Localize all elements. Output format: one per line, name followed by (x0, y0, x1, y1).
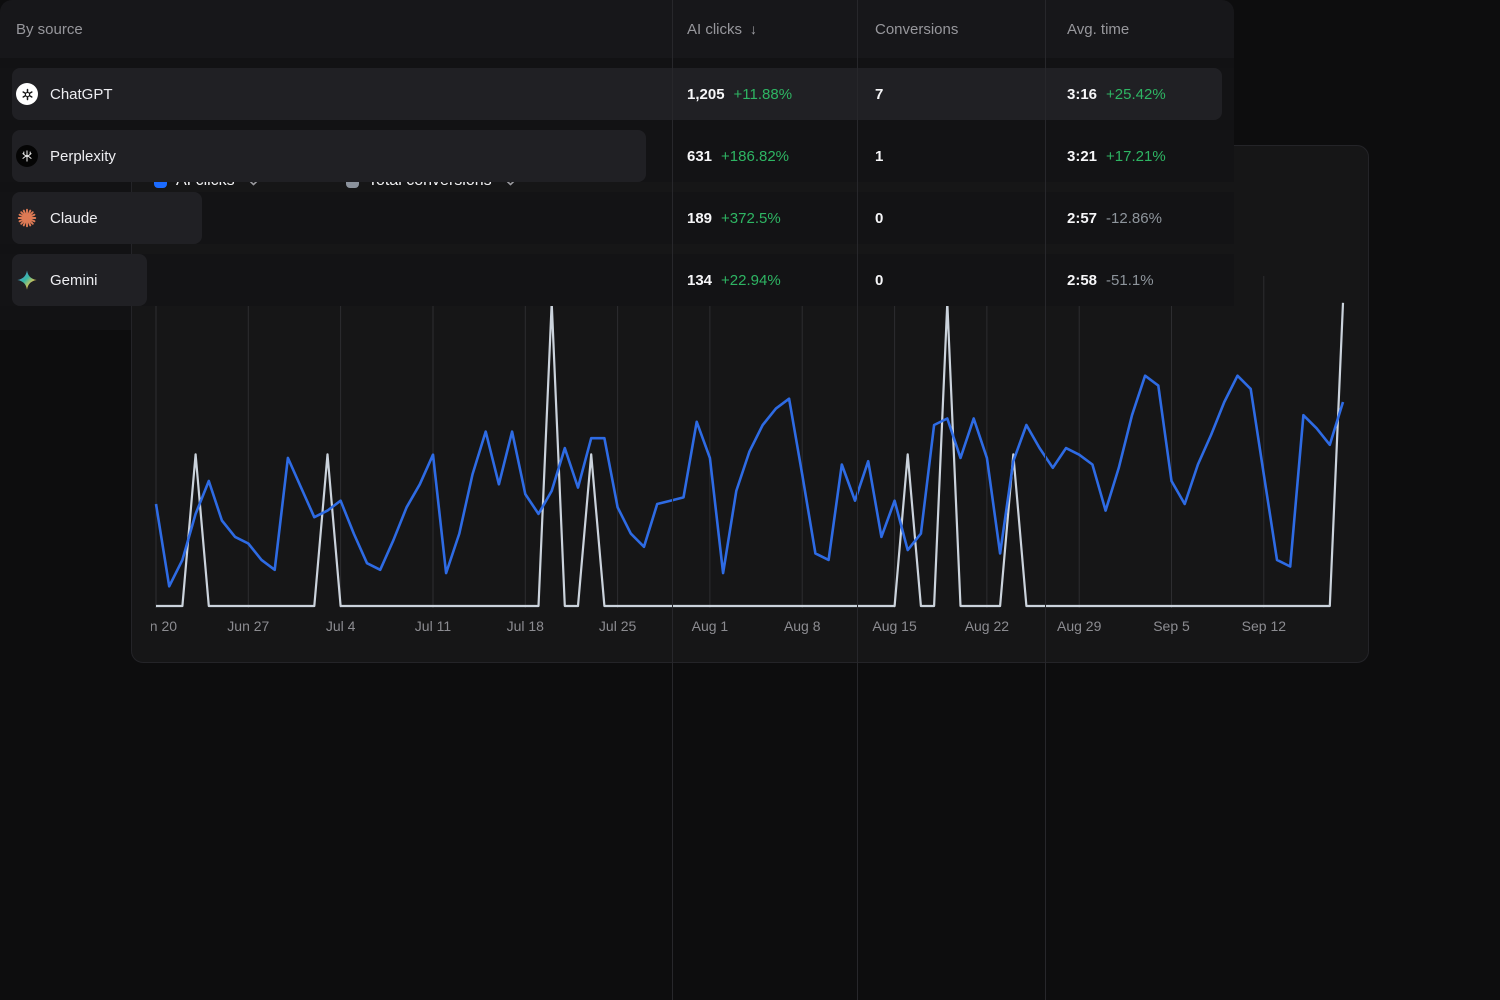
x-tick-label: Jul 4 (326, 618, 356, 634)
clicks-delta: +372.5% (721, 210, 781, 227)
conversions-cell: 0 (875, 254, 883, 306)
header-label: Avg. time (1067, 21, 1129, 38)
ai-clicks-cell: 1,205 +11.88% (687, 68, 792, 120)
source-cell: Perplexity (16, 130, 116, 182)
x-tick-label: Sep 12 (1242, 618, 1286, 634)
source-label: Gemini (50, 272, 98, 289)
table-header-row: By source AI clicks ↓ Conversions Avg. t… (0, 0, 1234, 58)
avg-time-delta: -51.1% (1106, 272, 1154, 289)
perplexity-icon (16, 145, 38, 167)
header-ai-clicks[interactable]: AI clicks ↓ (687, 0, 757, 58)
avg-time-value: 3:21 (1067, 148, 1097, 165)
table-row[interactable]: ChatGPT 1,205 +11.88% 7 3:16 +25.42% (0, 68, 1234, 120)
conversions-value: 0 (875, 210, 883, 227)
conversions-value: 7 (875, 86, 883, 103)
avg-time-cell: 2:57 -12.86% (1067, 192, 1162, 244)
ai-clicks-cell: 134 +22.94% (687, 254, 781, 306)
clicks-delta: +22.94% (721, 272, 781, 289)
table-row[interactable]: Gemini 134 +22.94% 0 2:58 -51.1% (0, 254, 1234, 306)
avg-time-cell: 2:58 -51.1% (1067, 254, 1154, 306)
clicks-value: 1,205 (687, 86, 725, 103)
column-divider (1045, 0, 1046, 330)
conversions-value: 0 (875, 272, 883, 289)
x-tick-label: Jul 11 (415, 618, 451, 634)
clicks-bar (12, 68, 1222, 120)
clicks-delta: +11.88% (734, 86, 793, 103)
avg-time-delta: +25.42% (1106, 86, 1166, 103)
x-tick-label: Aug 15 (872, 618, 916, 634)
claude-icon (16, 207, 38, 229)
source-cell: ChatGPT (16, 68, 113, 120)
x-tick-label: Jul 25 (599, 618, 636, 634)
avg-time-value: 2:58 (1067, 272, 1097, 289)
header-avg-time[interactable]: Avg. time (1067, 0, 1129, 58)
conversions-cell: 1 (875, 130, 883, 182)
avg-time-delta: -12.86% (1106, 210, 1162, 227)
x-tick-label: Jun 20 (151, 618, 177, 634)
clicks-value: 189 (687, 210, 712, 227)
header-label: Conversions (875, 21, 958, 38)
header-by-source: By source (16, 0, 83, 58)
clicks-value: 134 (687, 272, 712, 289)
source-cell: Claude (16, 192, 98, 244)
ai-clicks-cell: 631 +186.82% (687, 130, 789, 182)
x-tick-label: Jun 27 (227, 618, 269, 634)
gemini-icon (16, 269, 38, 291)
column-divider (672, 0, 673, 330)
x-tick-label: Aug 8 (784, 618, 821, 634)
column-divider (857, 0, 858, 330)
clicks-value: 631 (687, 148, 712, 165)
conversions-cell: 0 (875, 192, 883, 244)
clicks-delta: +186.82% (721, 148, 789, 165)
avg-time-value: 3:16 (1067, 86, 1097, 103)
header-conversions[interactable]: Conversions (875, 0, 958, 58)
source-label: Claude (50, 210, 98, 227)
ai-clicks-line (156, 376, 1343, 587)
source-label: ChatGPT (50, 86, 113, 103)
avg-time-cell: 3:16 +25.42% (1067, 68, 1166, 120)
avg-time-cell: 3:21 +17.21% (1067, 130, 1166, 182)
conversions-cell: 7 (875, 68, 883, 120)
chatgpt-icon (16, 83, 38, 105)
ai-clicks-cell: 189 +372.5% (687, 192, 781, 244)
chart-x-axis: Jun 20 Jun 27 Jul 4 Jul 11 Jul 18 Jul 25 Aug 1… (151, 618, 1351, 640)
table-row[interactable]: Claude 189 +372.5% 0 2:57 -12.86% (0, 192, 1234, 244)
header-label: AI clicks (687, 21, 742, 38)
x-tick-label: Sep 5 (1153, 618, 1190, 634)
conversions-value: 1 (875, 148, 883, 165)
x-tick-label: Jul 18 (507, 618, 544, 634)
source-cell: Gemini (16, 254, 98, 306)
by-source-table: By source AI clicks ↓ Conversions Avg. t… (0, 0, 1234, 330)
x-tick-label: Aug 22 (965, 618, 1009, 634)
table-row[interactable]: Perplexity 631 +186.82% 1 3:21 +17.21% (0, 130, 1234, 182)
x-tick-label: Aug 29 (1057, 618, 1101, 634)
source-label: Perplexity (50, 148, 116, 165)
sort-descending-icon: ↓ (750, 21, 757, 37)
x-tick-label: Aug 1 (692, 618, 729, 634)
avg-time-value: 2:57 (1067, 210, 1097, 227)
avg-time-delta: +17.21% (1106, 148, 1166, 165)
chart-svg (151, 276, 1351, 608)
line-chart[interactable] (151, 276, 1351, 608)
header-label: By source (16, 21, 83, 38)
